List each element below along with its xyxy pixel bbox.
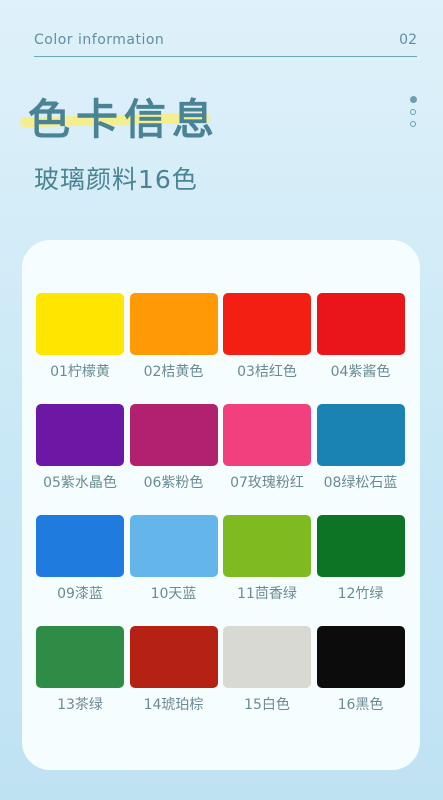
swatch-label: 09漆蓝 [57,586,103,602]
color-swatch [223,515,311,577]
swatch-label: 06紫粉色 [143,475,204,491]
swatch-label: 12竹绿 [337,586,384,602]
swatch-item: 09漆蓝 [36,515,124,603]
swatch-item: 08绿松石蓝 [316,404,405,492]
swatch-label: 11茴香绿 [237,586,297,602]
color-swatch [129,626,218,688]
swatch-item: 13茶绿 [36,626,124,714]
title-block: 色卡信息 [19,86,221,147]
color-swatch [36,515,124,577]
color-swatch [129,515,218,577]
swatch-item: 16黑色 [316,626,405,714]
swatch-item: 12竹绿 [316,515,405,603]
color-swatch [223,626,311,688]
swatch-card: 01柠檬黄 02桔黄色 03桔红色 04紫酱色 05紫水晶色 06紫粉色 07玫瑰粉红 08绿… [22,240,420,770]
page-number: 02 [399,32,417,48]
swatch-label: 16黑色 [337,697,384,713]
swatch-item: 02桔黄色 [129,293,218,381]
color-swatch [36,293,124,355]
header-title: Color information [34,32,165,48]
color-swatch [36,626,124,688]
swatch-item: 04紫酱色 [316,293,405,381]
color-swatch [316,515,405,577]
color-swatch [316,626,405,688]
dot-icon [410,109,416,115]
swatch-item: 11茴香绿 [223,515,311,603]
swatch-item: 10天蓝 [129,515,218,603]
swatch-label: 15白色 [244,697,290,713]
page-title: 色卡信息 [28,95,221,144]
color-swatch [316,404,405,466]
color-swatch [36,404,124,466]
swatch-item: 01柠檬黄 [36,293,124,381]
swatch-label: 02桔黄色 [143,364,204,380]
swatch-label: 14琥珀棕 [143,697,204,713]
swatch-label: 10天蓝 [150,586,197,602]
color-swatch [316,293,405,355]
swatch-item: 15白色 [223,626,311,714]
swatch-label: 08绿松石蓝 [323,475,398,491]
swatch-item: 03桔红色 [223,293,311,381]
dot-icon [410,96,417,103]
color-swatch [129,293,218,355]
header-bar: Color information 02 [34,30,417,57]
swatch-item: 14琥珀棕 [129,626,218,714]
swatch-label: 01柠檬黄 [50,364,110,380]
color-swatch [129,404,218,466]
dot-icon [410,121,416,127]
swatch-item: 07玫瑰粉红 [223,404,311,492]
swatch-label: 07玫瑰粉红 [230,475,304,491]
swatch-item: 05紫水晶色 [36,404,124,492]
more-dots-icon [410,96,418,133]
swatch-label: 04紫酱色 [330,364,391,380]
swatch-label: 03桔红色 [237,364,297,380]
swatch-item: 06紫粉色 [129,404,218,492]
color-swatch [223,293,311,355]
color-swatch [223,404,311,466]
swatch-label: 05紫水晶色 [43,475,117,491]
swatch-label: 13茶绿 [57,697,103,713]
subtitle: 玻璃颜料16色 [34,165,198,194]
